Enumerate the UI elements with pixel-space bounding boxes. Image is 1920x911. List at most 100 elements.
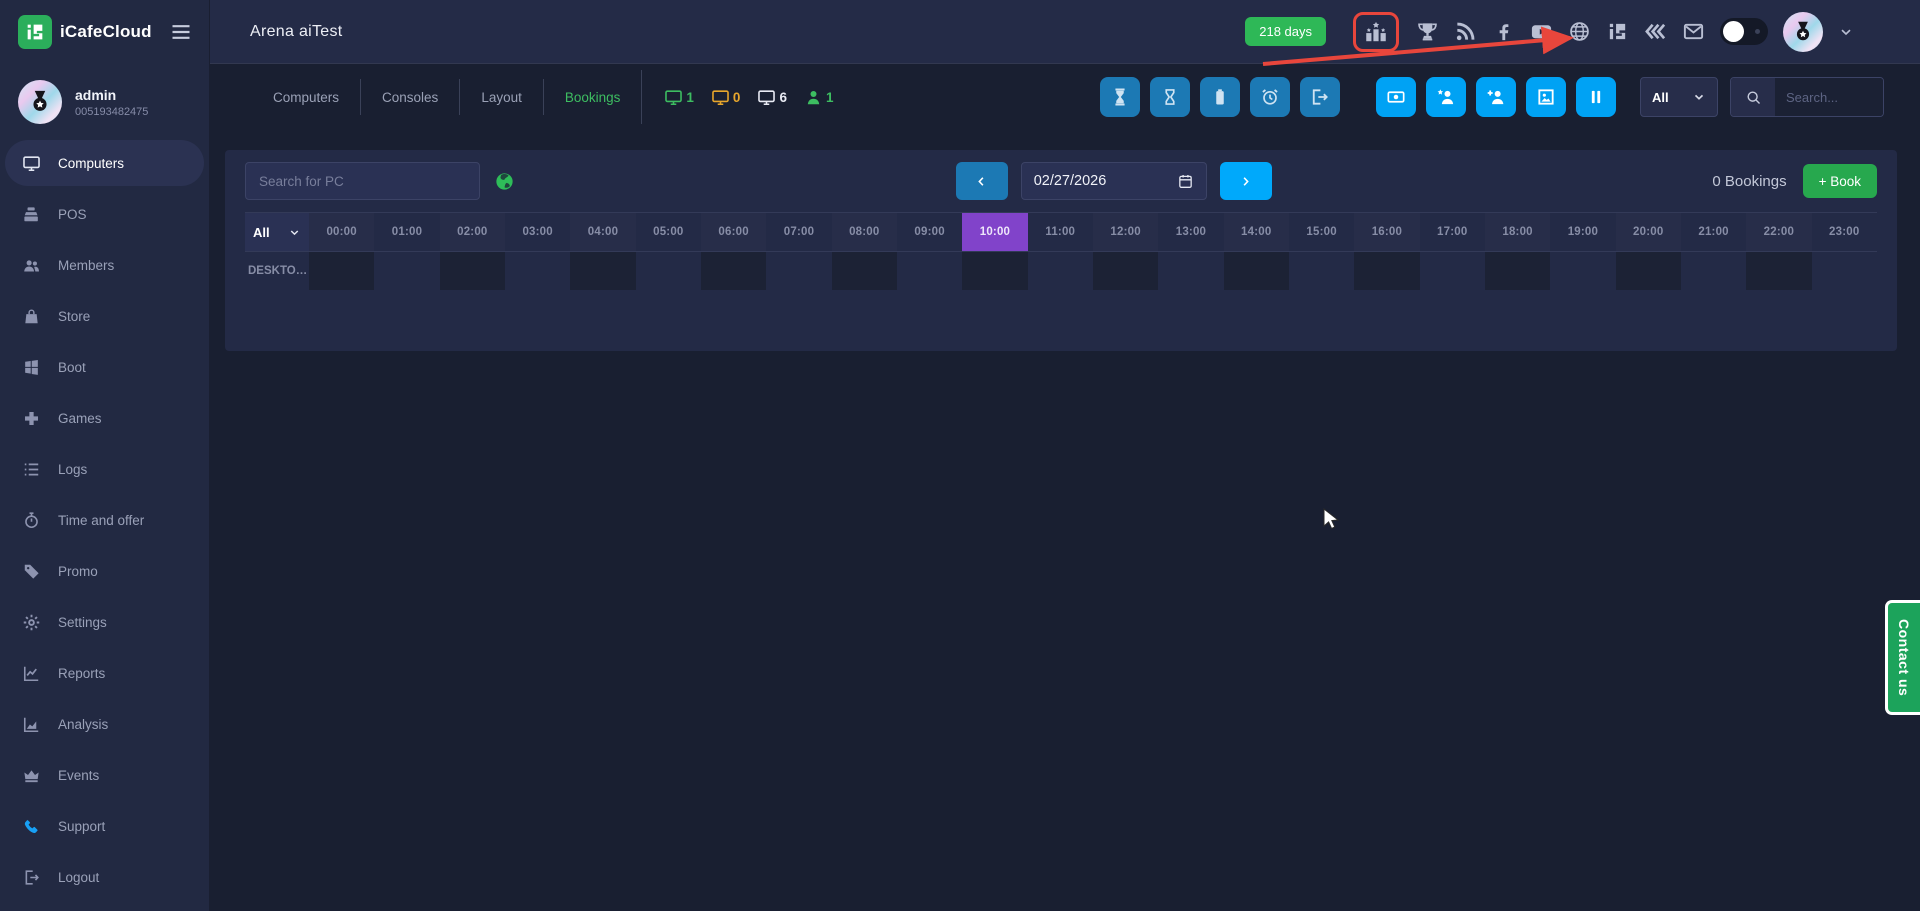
hour-header-11:00: 11:00 (1028, 213, 1093, 251)
sidebar-item-reports[interactable]: Reports (5, 650, 204, 696)
app-root: iCafeCloud admin 005193482475 Computers … (0, 0, 1920, 911)
globe-filter-icon[interactable] (494, 171, 515, 192)
tab-computers[interactable]: Computers (252, 90, 360, 105)
hour-header-05:00: 05:00 (636, 213, 701, 251)
booking-cell-20:00[interactable] (1616, 252, 1681, 290)
member-star-button[interactable] (1426, 77, 1466, 117)
phone-icon (22, 817, 41, 836)
battery-button[interactable] (1200, 77, 1240, 117)
counter-value: 0 (733, 90, 741, 105)
hamburger-menu-icon[interactable] (169, 20, 193, 44)
booking-cell-07:00[interactable] (766, 252, 831, 290)
booking-cell-17:00[interactable] (1420, 252, 1485, 290)
sidebar-item-label: Analysis (58, 717, 108, 732)
booking-cell-09:00[interactable] (897, 252, 962, 290)
pc-search-input[interactable] (245, 162, 480, 200)
hourglass-filled-button[interactable] (1100, 77, 1140, 117)
booking-cell-14:00[interactable] (1224, 252, 1289, 290)
sidebar-item-time-and-offer[interactable]: Time and offer (5, 497, 204, 543)
account-chevron-down-icon[interactable] (1838, 24, 1854, 40)
sidebar-item-support[interactable]: Support (5, 803, 204, 849)
booking-cell-13:00[interactable] (1158, 252, 1223, 290)
days-remaining-badge[interactable]: 218 days (1245, 17, 1326, 46)
status-counters: 1 0 6 1 (664, 88, 833, 107)
sidebar-item-computers[interactable]: Computers (5, 140, 204, 186)
photo-frame-button[interactable] (1526, 77, 1566, 117)
user-info: admin 005193482475 (75, 87, 148, 118)
gear-icon (22, 613, 41, 632)
sidebar-item-label: Members (58, 258, 114, 273)
contact-us-button[interactable]: Contact us (1885, 600, 1920, 715)
booking-cell-11:00[interactable] (1028, 252, 1093, 290)
sidebar-item-settings[interactable]: Settings (5, 599, 204, 645)
row-filter-select[interactable]: All (245, 213, 309, 251)
sidebar-item-logs[interactable]: Logs (5, 446, 204, 492)
alarm-button[interactable] (1250, 77, 1290, 117)
sidebar-menu: Computers POS Members Store Boot Games L… (0, 134, 209, 905)
sidebar-item-members[interactable]: Members (5, 242, 204, 288)
booking-cell-15:00[interactable] (1289, 252, 1354, 290)
booking-cell-16:00[interactable] (1354, 252, 1419, 290)
member-add-button[interactable] (1476, 77, 1516, 117)
sidebar-item-events[interactable]: Events (5, 752, 204, 798)
hour-header-00:00: 00:00 (309, 213, 374, 251)
sidebar-item-promo[interactable]: Promo (5, 548, 204, 594)
pause-button[interactable] (1576, 77, 1616, 117)
previous-day-button[interactable] (956, 162, 1008, 200)
sidebar-item-label: Settings (58, 615, 107, 630)
booking-cell-02:00[interactable] (440, 252, 505, 290)
chevron-down-icon (1692, 90, 1706, 104)
list-icon (22, 460, 41, 479)
booking-cell-06:00[interactable] (701, 252, 766, 290)
bag-icon (22, 307, 41, 326)
sidebar-item-analysis[interactable]: Analysis (5, 701, 204, 747)
logo-text: iCafeCloud (60, 22, 152, 42)
sidebar-item-boot[interactable]: Boot (5, 344, 204, 390)
hour-header-09:00: 09:00 (897, 213, 962, 251)
book-button[interactable]: + Book (1803, 164, 1877, 198)
tab-bookings[interactable]: Bookings (544, 90, 642, 105)
hour-header-10:00: 10:00 (962, 213, 1027, 251)
counter-monitor-yellow[interactable]: 0 (711, 88, 741, 107)
sidebar-item-pos[interactable]: POS (5, 191, 204, 237)
booking-cell-18:00[interactable] (1485, 252, 1550, 290)
date-input[interactable]: 02/27/2026 (1021, 162, 1207, 200)
booking-cell-03:00[interactable] (505, 252, 570, 290)
sidebar-item-label: Support (58, 819, 105, 834)
status-filter-select[interactable]: All (1640, 77, 1718, 117)
booking-cell-01:00[interactable] (374, 252, 439, 290)
banknote-button[interactable] (1376, 77, 1416, 117)
booking-cell-10:00[interactable] (962, 252, 1027, 290)
booking-cell-23:00[interactable] (1812, 252, 1877, 290)
member-star-icon (1436, 87, 1456, 107)
counter-value: 1 (686, 90, 694, 105)
exit-button[interactable] (1300, 77, 1340, 117)
sidebar-item-label: Events (58, 768, 99, 783)
account-avatar[interactable] (1783, 12, 1823, 52)
hour-header-20:00: 20:00 (1616, 213, 1681, 251)
booking-cell-08:00[interactable] (832, 252, 897, 290)
sidebar-item-store[interactable]: Store (5, 293, 204, 339)
tab-layout[interactable]: Layout (460, 90, 543, 105)
booking-cell-19:00[interactable] (1550, 252, 1615, 290)
booking-cell-00:00[interactable] (309, 252, 374, 290)
toolbar: All (1100, 77, 1884, 117)
hourglass-button[interactable] (1150, 77, 1190, 117)
toolbar-search-input[interactable] (1775, 78, 1883, 116)
counter-monitor-white[interactable]: 6 (757, 88, 787, 107)
dark-mode-toggle[interactable] (1720, 18, 1768, 45)
time-grid-header: All 00:0001:0002:0003:0004:0005:0006:000… (245, 212, 1877, 252)
booking-cell-04:00[interactable] (570, 252, 635, 290)
booking-cell-21:00[interactable] (1681, 252, 1746, 290)
sidebar-item-games[interactable]: Games (5, 395, 204, 441)
rss-icon (1454, 20, 1477, 43)
booking-cell-05:00[interactable] (636, 252, 701, 290)
counter-person-green[interactable]: 1 (804, 88, 834, 107)
tab-consoles[interactable]: Consoles (361, 90, 459, 105)
counter-monitor-green[interactable]: 1 (664, 88, 694, 107)
booking-cell-12:00[interactable] (1093, 252, 1158, 290)
next-day-button[interactable] (1220, 162, 1272, 200)
sidebar-item-logout[interactable]: Logout (5, 854, 204, 900)
user-profile[interactable]: admin 005193482475 (0, 64, 209, 134)
booking-cell-22:00[interactable] (1746, 252, 1811, 290)
